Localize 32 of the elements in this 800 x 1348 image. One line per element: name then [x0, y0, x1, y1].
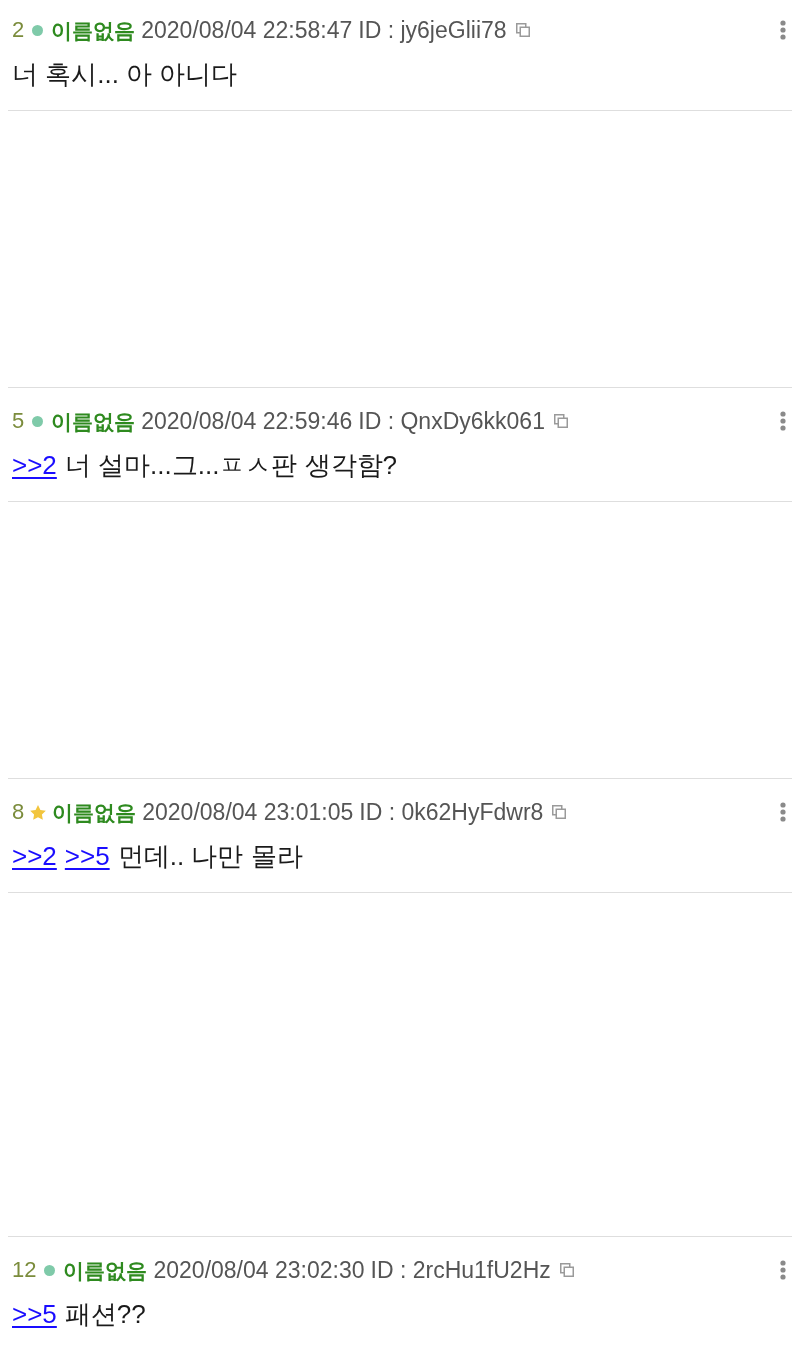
author-name: 이름없음 [52, 801, 137, 823]
post-number: 8 [12, 801, 25, 823]
post-number: 12 [12, 1259, 37, 1281]
more-options-icon[interactable] [780, 802, 786, 822]
post-number: 2 [12, 19, 25, 41]
more-options-icon[interactable] [780, 411, 786, 431]
reply-link[interactable]: >>2 [12, 449, 57, 481]
copy-icon[interactable] [515, 23, 530, 37]
post-number: 5 [12, 410, 25, 432]
post-text: 너 설마...그...ㅍㅅ판 생각함? [64, 449, 398, 481]
copy-icon[interactable] [552, 805, 567, 819]
author-name: 이름없음 [63, 1259, 148, 1281]
post-text: 먼데.. 나만 몰라 [117, 840, 303, 872]
post-text: 너 혹시... 아 아니다 [12, 58, 238, 90]
more-options-icon[interactable] [780, 1260, 786, 1280]
reply-link[interactable]: >>5 [64, 840, 110, 872]
post-timestamp: 2020/08/04 22:58:47 [141, 18, 353, 42]
copy-icon[interactable] [553, 414, 568, 428]
copy-icon[interactable] [559, 1263, 574, 1277]
post-id: ID : 2rcHu1fU2Hz [370, 1258, 551, 1282]
more-options-icon[interactable] [780, 20, 786, 40]
author-name: 이름없음 [51, 410, 136, 432]
post-text: 패션?? [64, 1298, 146, 1330]
post-timestamp: 2020/08/04 22:59:46 [141, 409, 353, 433]
post-timestamp: 2020/08/04 23:01:05 [142, 800, 354, 824]
reply-link[interactable]: >>5 [12, 1298, 57, 1330]
post-timestamp: 2020/08/04 23:02:30 [153, 1258, 365, 1282]
post-id: ID : 0k62HyFdwr8 [359, 800, 544, 824]
author-name: 이름없음 [51, 19, 136, 41]
reply-link[interactable]: >>2 [12, 840, 57, 872]
post-id: ID : QnxDy6kk061 [358, 409, 545, 433]
post-id: ID : jy6jeGlii78 [358, 18, 507, 42]
